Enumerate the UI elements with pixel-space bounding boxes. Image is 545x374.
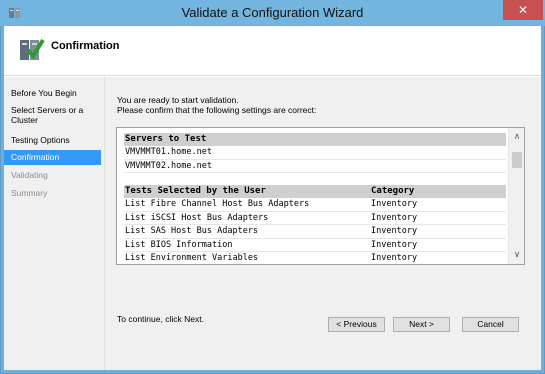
cluster-check-icon [20, 38, 45, 60]
nav-item-summary: Summary [11, 188, 48, 198]
test-name: List SAS Host Bus Adapters [125, 226, 259, 236]
category-header-label: Category [371, 186, 415, 196]
close-button[interactable]: ✕ [503, 0, 543, 20]
wizard-nav: Before You Begin Select Servers or a Clu… [4, 77, 105, 370]
settings-list-content: Servers to Test VMVMMT01.home.net VMVMMT… [124, 133, 506, 264]
test-category: Inventory [371, 199, 418, 209]
test-row: List iSCSI Host Bus Adapters Inventory [124, 212, 506, 225]
wizard-header: Confirmation [4, 26, 541, 76]
list-gap [124, 173, 506, 185]
test-name: List Fibre Channel Host Bus Adapters [125, 199, 310, 209]
nav-item-before-you-begin[interactable]: Before You Begin [4, 88, 101, 98]
intro-line-2: Please confirm that the following settin… [117, 105, 317, 115]
test-category: Inventory [371, 253, 418, 263]
test-row: List Environment Variables Inventory [124, 252, 506, 264]
vertical-scrollbar[interactable]: ∧ ∨ [508, 128, 524, 264]
next-button[interactable]: Next > [393, 317, 450, 332]
intro-text: You are ready to start validation. Pleas… [117, 95, 316, 115]
scroll-thumb[interactable] [512, 152, 522, 168]
test-row: List SAS Host Bus Adapters Inventory [124, 225, 506, 239]
cancel-button[interactable]: Cancel [462, 317, 519, 332]
settings-list[interactable]: Servers to Test VMVMMT01.home.net VMVMMT… [116, 127, 525, 265]
test-name: List iSCSI Host Bus Adapters [125, 212, 269, 223]
server-row: VMVMMT01.home.net [124, 146, 506, 160]
previous-button[interactable]: < Previous [328, 317, 385, 332]
servers-header: Servers to Test [124, 133, 506, 146]
test-category: Inventory [371, 239, 418, 250]
nav-item-select-servers[interactable]: Select Servers or a Cluster [4, 105, 94, 125]
test-name: List Environment Variables [125, 253, 259, 263]
test-category: Inventory [371, 212, 418, 223]
scroll-down-icon[interactable]: ∨ [509, 247, 524, 261]
page-title: Confirmation [51, 40, 120, 52]
intro-line-1: You are ready to start validation. [117, 95, 239, 105]
test-name: List BIOS Information [125, 239, 233, 250]
test-row: List Fibre Channel Host Bus Adapters Inv… [124, 198, 506, 212]
window-title: Validate a Configuration Wizard [181, 5, 364, 20]
tests-header: Tests Selected by the User Category [124, 185, 506, 198]
continue-text: To continue, click Next. [117, 314, 204, 324]
test-category: Inventory [371, 226, 418, 236]
nav-item-validating: Validating [11, 170, 48, 180]
wizard-client: Confirmation Before You Begin Select Ser… [4, 26, 541, 370]
nav-item-confirmation[interactable]: Confirmation [4, 150, 101, 165]
scroll-up-icon[interactable]: ∧ [509, 129, 524, 143]
tests-header-label: Tests Selected by the User [125, 186, 266, 196]
test-row: List BIOS Information Inventory [124, 239, 506, 252]
title-bar[interactable]: Validate a Configuration Wizard ✕ [0, 0, 545, 26]
nav-item-testing-options[interactable]: Testing Options [4, 135, 101, 145]
server-row: VMVMMT02.home.net [124, 160, 506, 173]
